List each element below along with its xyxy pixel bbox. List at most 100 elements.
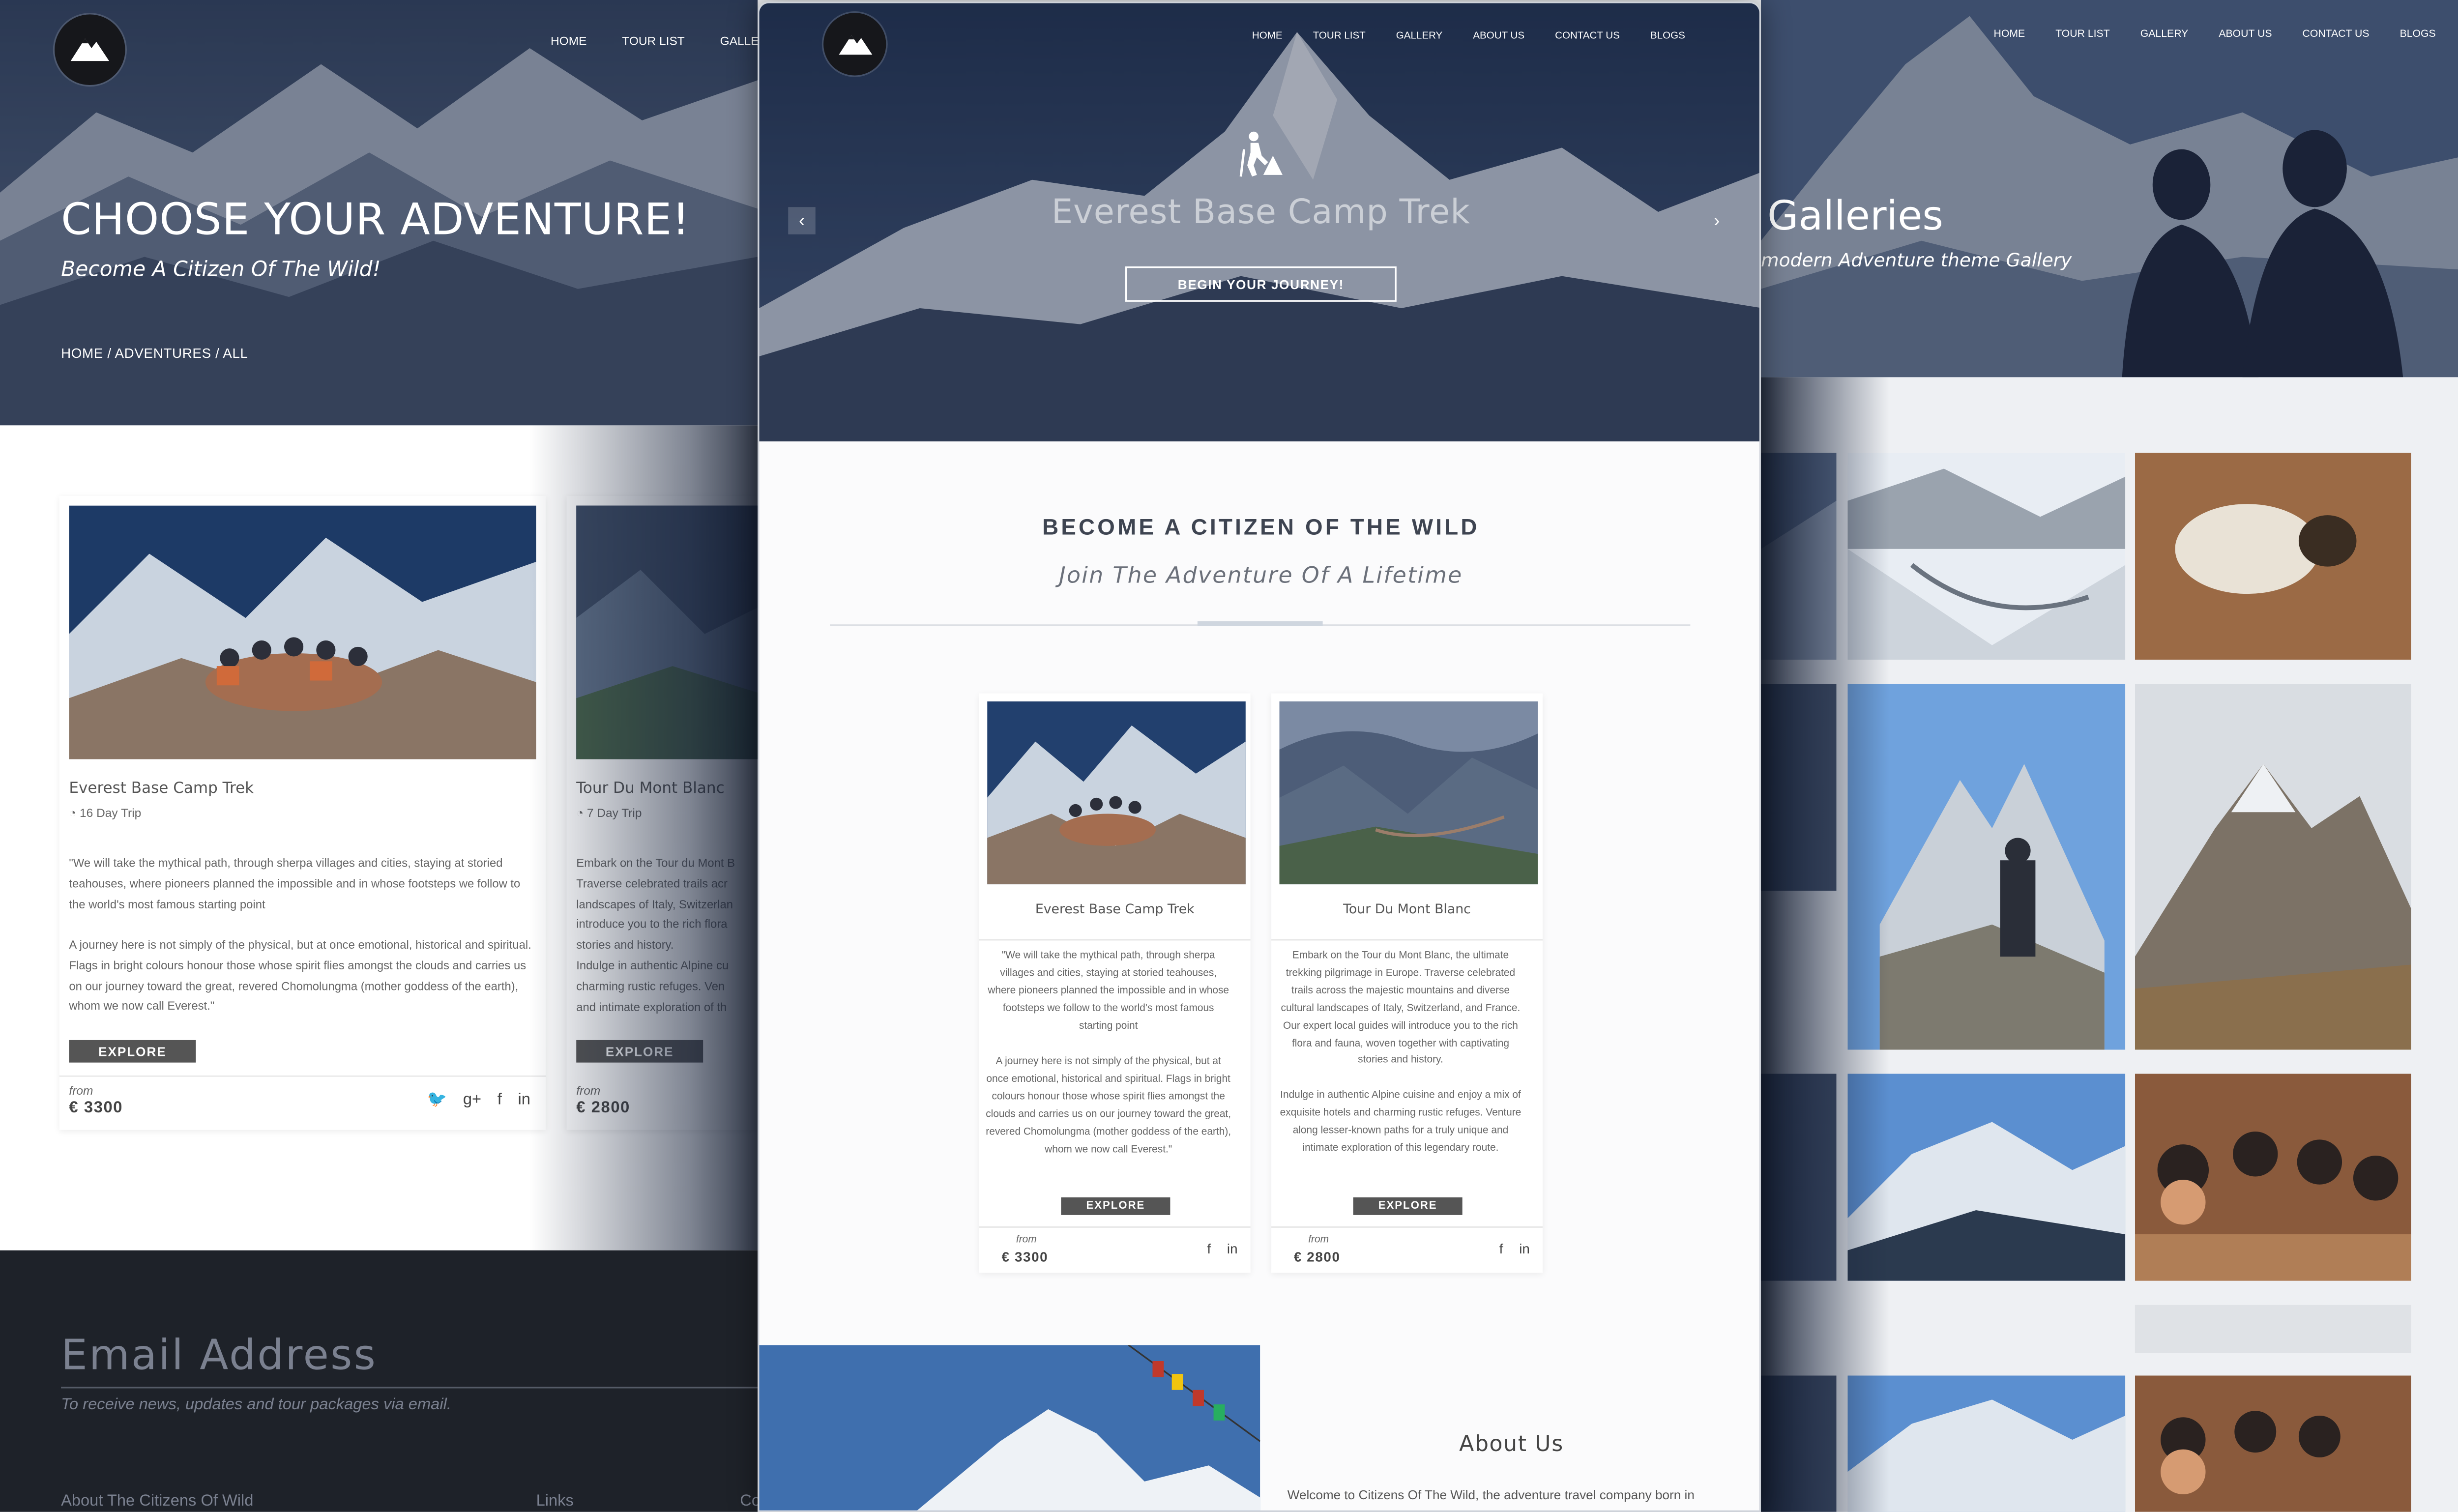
linkedin-icon[interactable]: in: [1519, 1241, 1530, 1257]
tour-card-everest: Everest Base Camp Trek "We will take the…: [979, 693, 1251, 1273]
email-input-underline: [61, 1387, 758, 1389]
about-text: Welcome to Citizens Of The Wild, the adv…: [1287, 1487, 1695, 1503]
page-subtitle: Become A Citizen Of The Wild!: [61, 258, 381, 283]
main-nav: HOME TOUR LIST GALLERY ABOUT US CONTACT …: [1252, 30, 1685, 42]
nav-home[interactable]: HOME: [1994, 29, 2025, 40]
tour-card-image[interactable]: [576, 505, 758, 759]
nav-about-us[interactable]: ABOUT US: [2219, 29, 2272, 40]
brand-logo[interactable]: [55, 14, 125, 86]
gallery-hero: HOME TOUR LIST GALLERY ABOUT US CONTACT …: [1761, 0, 2458, 378]
facebook-icon[interactable]: f: [497, 1091, 502, 1109]
nav-tour-list[interactable]: TOUR LIST: [2055, 29, 2110, 40]
desc-line: and intimate exploration of th: [576, 999, 727, 1014]
facebook-icon[interactable]: f: [1499, 1241, 1503, 1257]
tour-card-title[interactable]: Tour Du Mont Blanc: [1271, 901, 1543, 917]
hero-slide-title: Everest Base Camp Trek: [1051, 192, 1470, 232]
desc-line: Indulge in authentic Alpine cu: [576, 958, 729, 973]
price-from-label: from: [69, 1083, 93, 1098]
desc-line: landscapes of Italy, Switzerlan: [576, 896, 733, 911]
nav-blogs[interactable]: BLOGS: [2400, 29, 2436, 40]
share-icons: f in: [1499, 1241, 1530, 1257]
tour-card-image[interactable]: [1279, 701, 1538, 885]
gallery-photo[interactable]: [1761, 684, 1837, 891]
nav-tour-list[interactable]: TOUR LIST: [622, 34, 684, 48]
gallery-photo[interactable]: [2135, 684, 2411, 1050]
gallery-photo[interactable]: [1847, 1375, 2126, 1512]
gallery-photo[interactable]: [1761, 452, 1837, 660]
nav-blogs[interactable]: BLOGS: [1650, 30, 1685, 42]
begin-journey-button[interactable]: BEGIN YOUR JOURNEY!: [1125, 266, 1397, 302]
divider: [1271, 1226, 1543, 1228]
price-from-label: from: [576, 1083, 601, 1098]
newsletter-email-title[interactable]: Email Address: [61, 1332, 377, 1380]
share-icons: f in: [1207, 1241, 1238, 1257]
tour-card-image[interactable]: [987, 701, 1246, 885]
facebook-icon[interactable]: f: [1207, 1241, 1211, 1257]
tour-card-title[interactable]: Tour Du Mont Blanc: [576, 780, 724, 798]
footer-col-contact: Co: [740, 1492, 758, 1511]
nav-gallery[interactable]: GALLERY: [2140, 29, 2189, 40]
nav-contact-us[interactable]: CONTACT US: [1555, 30, 1620, 42]
brand-logo[interactable]: [823, 13, 886, 76]
gallery-photo[interactable]: [2135, 452, 2411, 660]
tour-card-desc: Embark on the Tour du Mont B Traverse ce…: [576, 854, 758, 1018]
explore-button[interactable]: EXPLORE: [69, 1040, 196, 1063]
desc-line: Traverse celebrated trails acr: [576, 876, 728, 891]
nav-tour-list[interactable]: TOUR LIST: [1313, 30, 1366, 42]
tour-card-desc-2: A journey here is not simply of the phys…: [69, 937, 531, 1014]
gallery-photo[interactable]: [1847, 1074, 2126, 1281]
divider: [979, 1226, 1251, 1228]
nav-about-us[interactable]: ABOUT US: [1473, 30, 1524, 42]
section-divider-accent: [1197, 621, 1323, 626]
breadcrumb[interactable]: HOME / ADVENTURES / ALL: [61, 345, 248, 361]
nav-contact-us[interactable]: CONTACT US: [2303, 29, 2370, 40]
adventures-page-panel: HOME TOUR LIST GALLE CHOOSE YOUR ADVENTU…: [0, 0, 758, 1512]
gallery-photo[interactable]: [1761, 1074, 1837, 1281]
tour-card-desc: "We will take the mythical path, through…: [988, 950, 1229, 1032]
nav-home[interactable]: HOME: [551, 34, 586, 48]
duration-text: 16 Day Trip: [80, 806, 142, 820]
desc-line: introduce you to the rich flora: [576, 917, 728, 932]
explore-button[interactable]: EXPLORE: [1353, 1197, 1463, 1215]
explore-button[interactable]: EXPLORE: [576, 1040, 703, 1063]
clock-icon: ◔: [576, 806, 584, 820]
nav-gallery[interactable]: GALLERY: [1396, 30, 1442, 42]
tour-card-mont-blanc: Tour Du Mont Blanc Embark on the Tour du…: [1271, 693, 1543, 1273]
tour-card-desc-2: Indulge in authentic Alpine cuisine and …: [1280, 1090, 1522, 1154]
tour-card-duration: ◔ 16 Day Trip: [69, 806, 141, 820]
tour-card-title[interactable]: Everest Base Camp Trek: [69, 780, 254, 798]
tour-card-mont-blanc: Tour Du Mont Blanc ◔ 7 Day Trip Embark o…: [566, 495, 758, 1130]
linkedin-icon[interactable]: in: [1227, 1241, 1238, 1257]
desc-line: stories and history.: [576, 937, 674, 952]
nav-home[interactable]: HOME: [1252, 30, 1283, 42]
tour-card-image[interactable]: [69, 505, 536, 759]
duration-text: 7 Day Trip: [586, 806, 642, 820]
nav-gallery[interactable]: GALLE: [720, 34, 758, 48]
google-plus-icon[interactable]: g+: [463, 1091, 481, 1109]
left-nav: HOME TOUR LIST GALLE: [551, 34, 758, 48]
gallery-photo[interactable]: [2135, 1375, 2411, 1512]
footer-col-about: About The Citizens Of Wild: [61, 1492, 254, 1511]
tour-card-title[interactable]: Everest Base Camp Trek: [979, 901, 1251, 917]
slider-next-icon[interactable]: ›: [1703, 207, 1730, 234]
footer-col-links: Links: [536, 1492, 574, 1511]
slider-prev-icon[interactable]: ‹: [788, 207, 816, 234]
twitter-icon[interactable]: 🐦: [427, 1091, 447, 1109]
gallery-photo[interactable]: [1761, 1375, 1837, 1512]
price-value: € 3300: [69, 1099, 123, 1117]
about-title: About Us: [1459, 1431, 1564, 1457]
gallery-photo[interactable]: [2135, 1074, 2411, 1281]
page-title: CHOOSE YOUR ADVENTURE!: [61, 196, 690, 246]
hero-climbers-photo: [1761, 0, 2458, 378]
tour-card-desc-2: A journey here is not simply of the phys…: [986, 1056, 1231, 1155]
gallery-photo[interactable]: [2135, 1305, 2411, 1353]
newsletter-subtitle: To receive news, updates and tour packag…: [61, 1396, 451, 1414]
gallery-photo[interactable]: [1847, 684, 2126, 1050]
gallery-photo[interactable]: [1847, 452, 2126, 660]
explore-button[interactable]: EXPLORE: [1061, 1197, 1170, 1215]
divider: [1271, 939, 1543, 941]
tour-card-everest: Everest Base Camp Trek ◔ 16 Day Trip "We…: [59, 495, 546, 1130]
linkedin-icon[interactable]: in: [518, 1091, 530, 1109]
divider: [59, 1075, 546, 1077]
price-value: € 2800: [576, 1099, 630, 1117]
